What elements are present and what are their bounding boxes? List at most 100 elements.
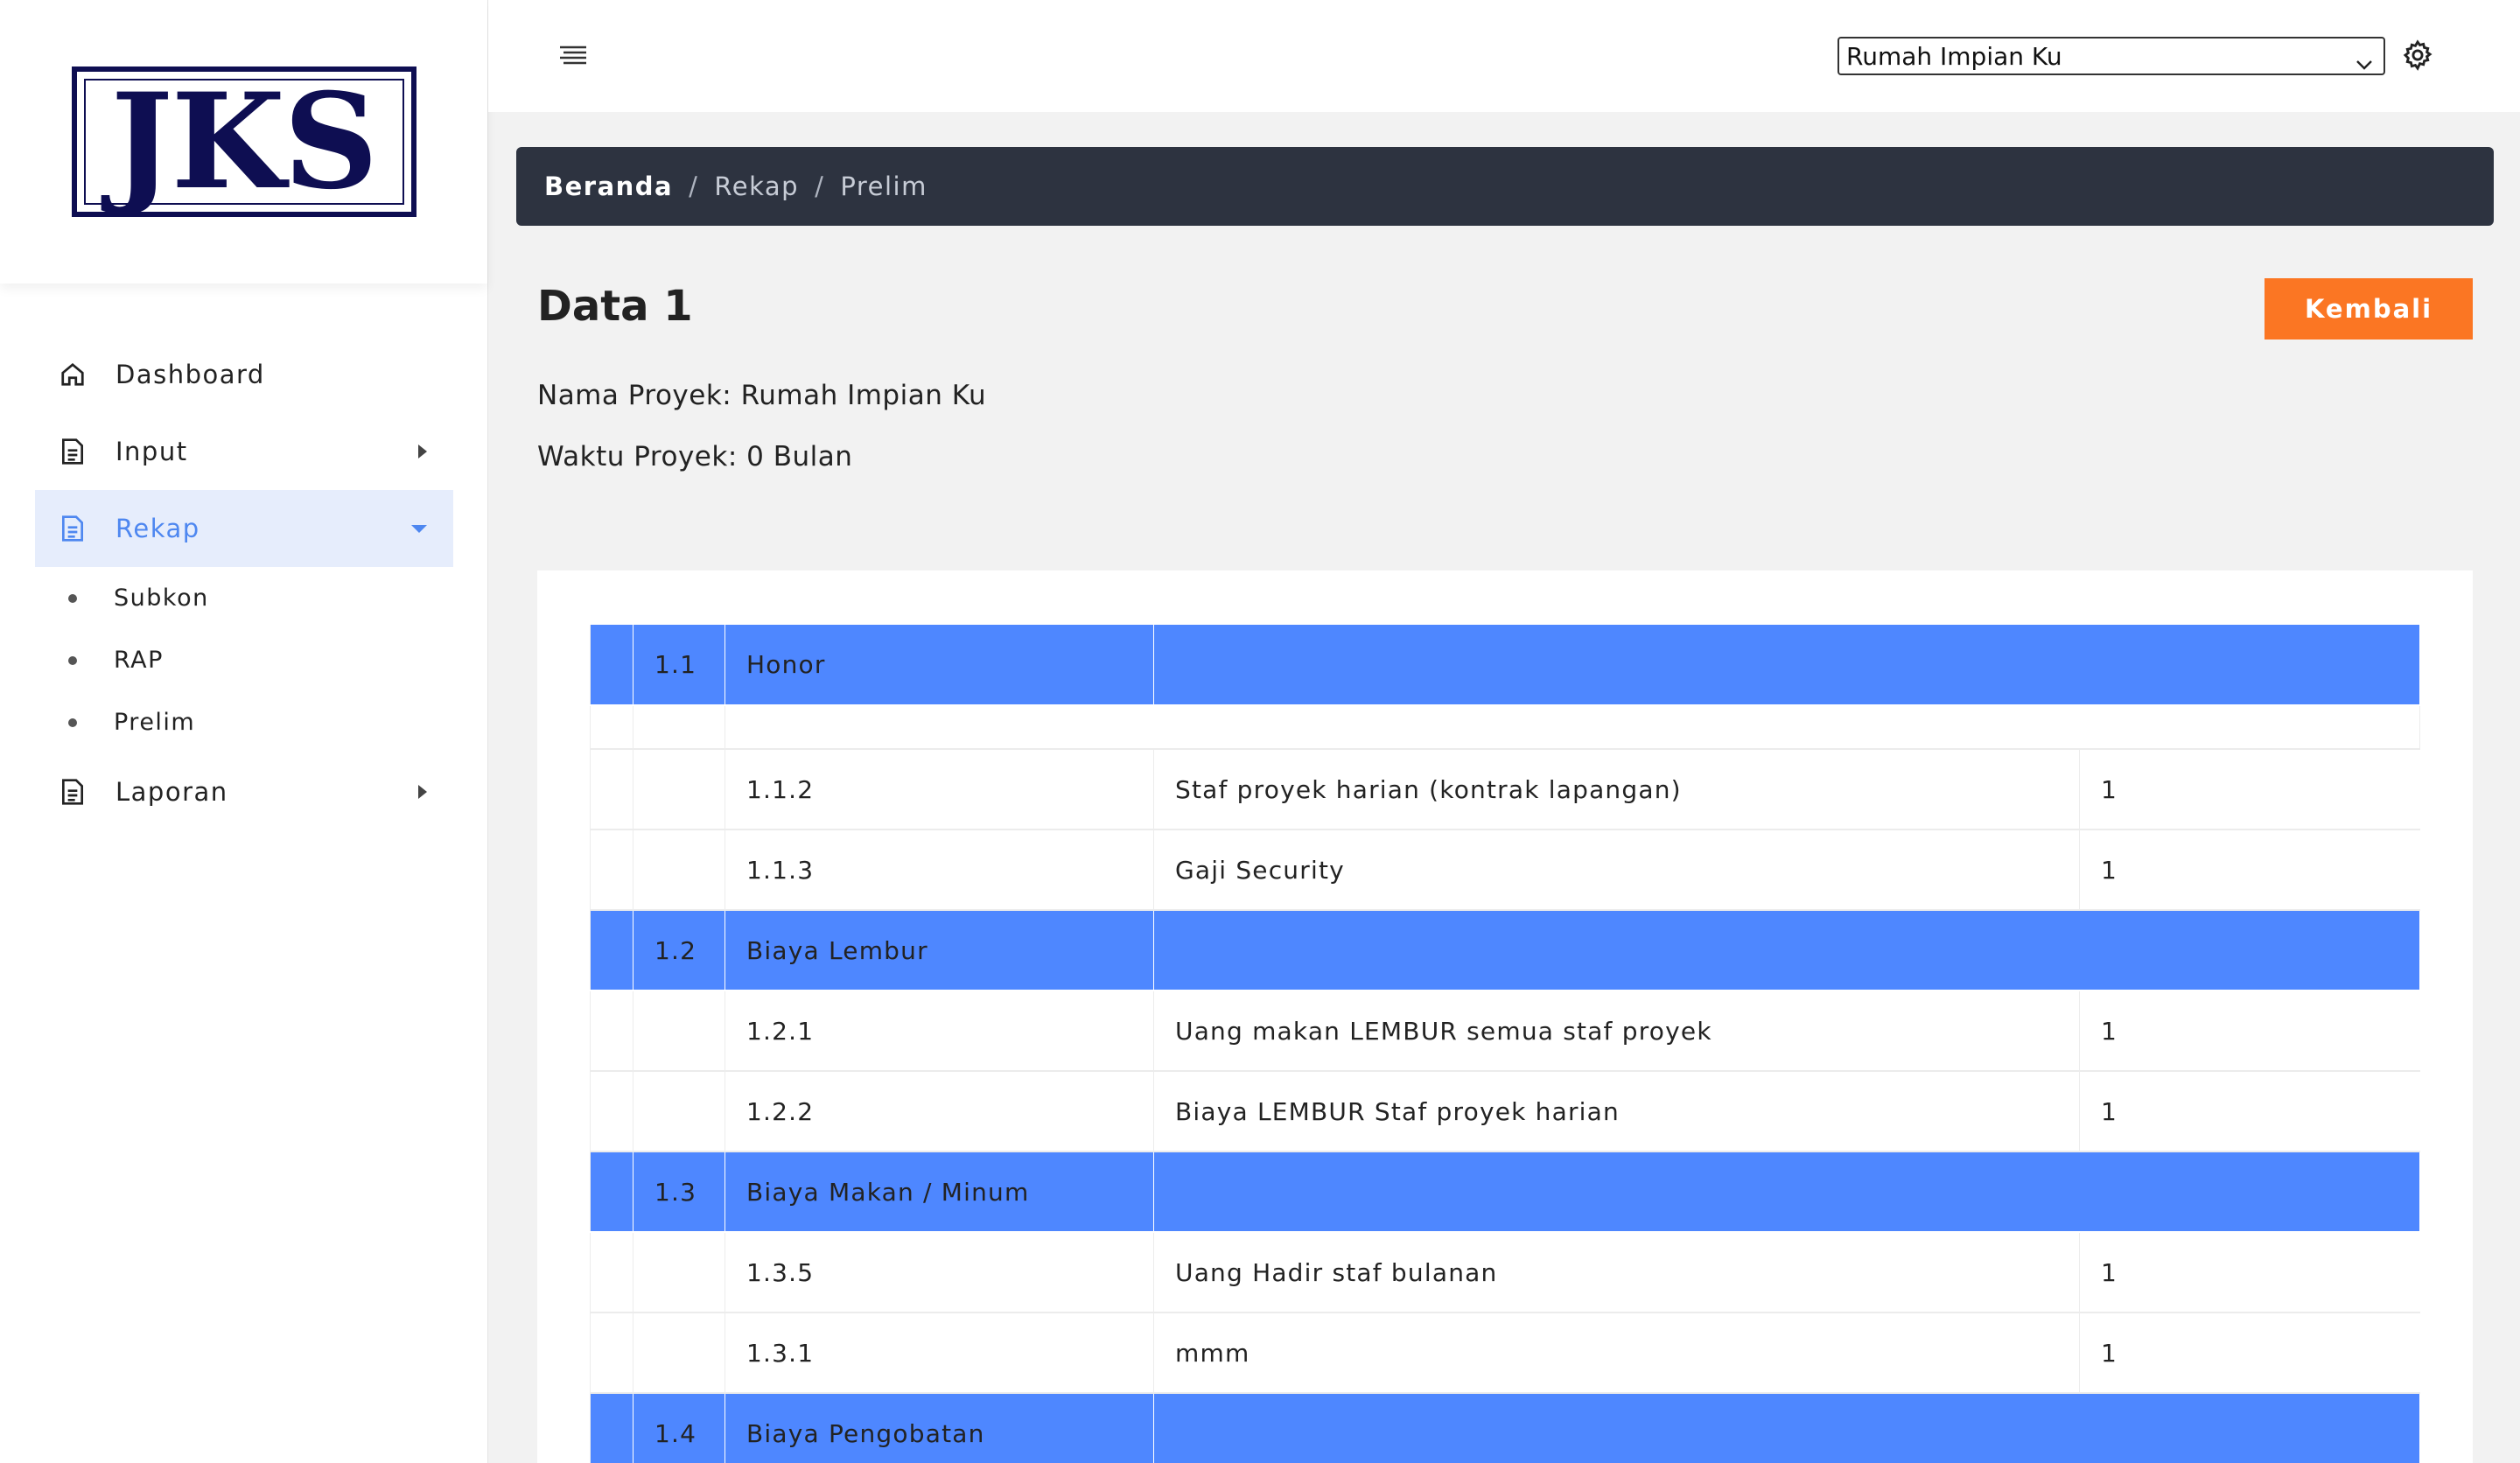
item-value-cell: 1 — [2079, 749, 2420, 830]
sidebar-item-label: Laporan — [116, 777, 228, 807]
sidebar-item-label: Input — [116, 437, 188, 466]
sidebar-item-input[interactable]: Input — [35, 413, 453, 490]
group-name-cell: Biaya Pengobatan — [724, 1393, 1154, 1463]
table-row: 1.3.5 Uang Hadir staf bulanan 1 — [590, 1232, 2420, 1313]
item-desc-cell: mmm — [1153, 1312, 2080, 1394]
table-cell — [633, 1312, 725, 1394]
item-value-cell: 1 — [2079, 1071, 2420, 1152]
table-cell — [590, 1312, 634, 1394]
jks-logo[interactable]: JKS — [71, 65, 416, 219]
table-cell — [590, 1152, 634, 1233]
item-value-cell: 1 — [2079, 830, 2420, 911]
sidebar-item-laporan[interactable]: Laporan — [35, 753, 453, 830]
table-cell — [1153, 910, 2420, 991]
subitem-label: Prelim — [114, 709, 196, 736]
table-cell — [590, 990, 634, 1072]
item-code-cell: 1.2.2 — [724, 1071, 1154, 1152]
table-row — [590, 705, 2420, 750]
prelim-table: 1.1 Honor 1.1.2 Staf proyek harian (kontrak… — [590, 625, 2420, 1463]
breadcrumb-item-prelim: Prelim — [840, 172, 928, 201]
group-code-cell: 1.2 — [633, 910, 725, 991]
chevron-down-icon — [411, 524, 427, 533]
item-code-cell: 1.2.1 — [724, 990, 1154, 1072]
item-desc-cell: Staf proyek harian (kontrak lapangan) — [1153, 749, 2080, 830]
table-cell — [633, 830, 725, 911]
item-desc-cell: Gaji Security — [1153, 830, 2080, 911]
table-cell — [633, 1232, 725, 1313]
item-desc-cell: Biaya LEMBUR Staf proyek harian — [1153, 1071, 2080, 1152]
home-icon — [60, 360, 86, 389]
chevron-right-icon — [418, 444, 427, 458]
group-code-cell: 1.3 — [633, 1152, 725, 1233]
table-row: 1.2.1 Uang makan LEMBUR semua staf proyek… — [590, 990, 2420, 1072]
project-name: Nama Proyek: Rumah Impian Ku — [537, 380, 987, 411]
table-row: 1.2.2 Biaya LEMBUR Staf proyek harian 1 — [590, 1071, 2420, 1152]
topbar: Rumah Impian Ku — [488, 0, 2520, 112]
table-row: 1.1.3 Gaji Security 1 — [590, 830, 2420, 911]
chevron-right-icon — [418, 785, 427, 799]
hamburger-menu-icon[interactable] — [558, 44, 588, 70]
prelim-table-card: 1.1 Honor 1.1.2 Staf proyek harian (kontrak… — [537, 570, 2473, 1463]
subitem-label: Subkon — [114, 584, 209, 612]
item-desc-cell: Uang Hadir staf bulanan — [1153, 1232, 2080, 1313]
kembali-button[interactable]: Kembali — [2264, 278, 2473, 340]
table-cell — [590, 910, 634, 991]
breadcrumb-item-beranda[interactable]: Beranda — [544, 172, 673, 201]
logo-text: JKS — [110, 65, 379, 219]
sidebar-item-label: Rekap — [116, 514, 200, 543]
table-cell — [633, 705, 725, 750]
table-cell — [590, 830, 634, 911]
table-cell — [724, 705, 2420, 750]
group-code-cell: 1.1 — [633, 625, 725, 706]
table-cell — [633, 990, 725, 1072]
group-name-cell: Biaya Makan / Minum — [724, 1152, 1154, 1233]
table-cell — [1153, 1393, 2420, 1463]
table-cell — [590, 1232, 634, 1313]
bullet-icon — [68, 718, 77, 727]
sidebar-item-dashboard[interactable]: Dashboard — [35, 336, 453, 413]
item-desc-cell: Uang makan LEMBUR semua staf proyek — [1153, 990, 2080, 1072]
bullet-icon — [68, 593, 77, 603]
table-group-row: 1.1 Honor — [590, 625, 2420, 706]
table-cell — [590, 1393, 634, 1463]
project-time: Waktu Proyek: 0 Bulan — [537, 441, 853, 472]
group-name-cell: Honor — [724, 625, 1154, 706]
item-value-cell: 1 — [2079, 990, 2420, 1072]
sidebar-subitem-prelim[interactable]: Prelim — [35, 691, 453, 753]
bullet-icon — [68, 655, 77, 665]
page-title: Data 1 — [537, 282, 693, 331]
chevron-down-icon — [2356, 49, 2373, 78]
table-cell — [590, 705, 634, 750]
table-cell — [633, 1071, 725, 1152]
logo-area: JKS — [0, 0, 487, 284]
document-icon — [60, 777, 86, 807]
breadcrumb-separator: / — [815, 172, 825, 201]
table-row: 1.3.1 mmm 1 — [590, 1312, 2420, 1394]
table-cell — [590, 749, 634, 830]
subitem-label: RAP — [114, 647, 164, 674]
document-icon — [60, 514, 86, 543]
gear-icon[interactable] — [2401, 38, 2434, 75]
project-select[interactable]: Rumah Impian Ku — [1838, 37, 2385, 75]
item-value-cell: 1 — [2079, 1312, 2420, 1394]
sidebar-item-rekap[interactable]: Rekap — [35, 490, 453, 567]
item-code-cell: 1.1.3 — [724, 830, 1154, 911]
table-cell — [590, 625, 634, 706]
table-group-row: 1.3 Biaya Makan / Minum — [590, 1152, 2420, 1233]
table-cell — [590, 1071, 634, 1152]
table-cell — [633, 749, 725, 830]
item-code-cell: 1.3.1 — [724, 1312, 1154, 1394]
sidebar-item-label: Dashboard — [116, 360, 265, 389]
item-code-cell: 1.3.5 — [724, 1232, 1154, 1313]
table-cell — [1153, 1152, 2420, 1233]
breadcrumb: Beranda / Rekap / Prelim — [516, 147, 2494, 226]
table-group-row: 1.2 Biaya Lembur — [590, 910, 2420, 991]
table-row: 1.1.2 Staf proyek harian (kontrak lapanga… — [590, 749, 2420, 830]
sidebar-subitem-subkon[interactable]: Subkon — [35, 567, 453, 629]
breadcrumb-separator: / — [689, 172, 699, 201]
group-code-cell: 1.4 — [633, 1393, 725, 1463]
group-name-cell: Biaya Lembur — [724, 910, 1154, 991]
sidebar-subitem-rap[interactable]: RAP — [35, 629, 453, 691]
item-code-cell: 1.1.2 — [724, 749, 1154, 830]
breadcrumb-item-rekap[interactable]: Rekap — [714, 172, 799, 201]
